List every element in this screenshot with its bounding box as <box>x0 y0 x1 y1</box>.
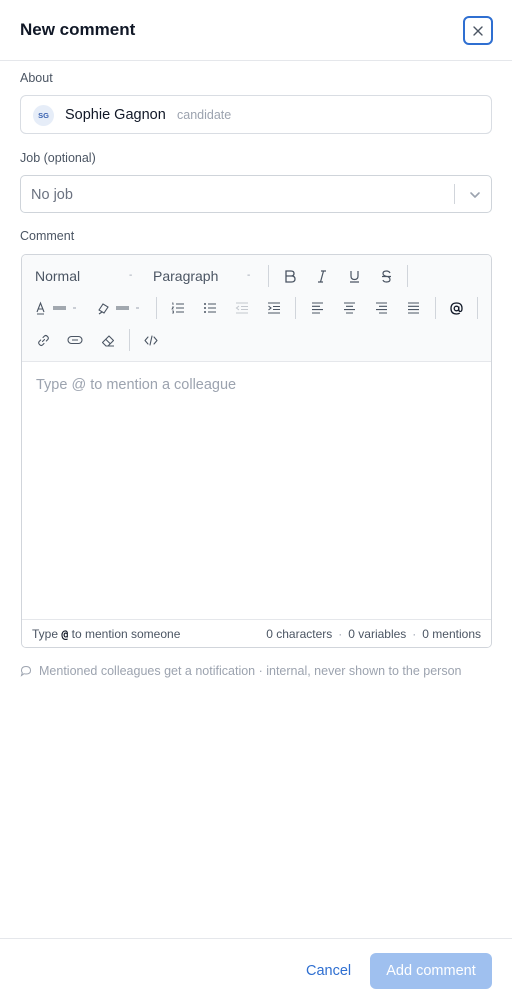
code-button[interactable] <box>142 329 160 351</box>
comment-editor: Normal - Paragraph - Type @ to mention a… <box>21 254 492 648</box>
highlight-button[interactable] <box>97 297 143 319</box>
align-right-button[interactable] <box>372 297 390 319</box>
ordered-list-button[interactable] <box>169 297 187 319</box>
count-separator: · <box>412 627 417 641</box>
align-left-button[interactable] <box>308 297 326 319</box>
font-size-select[interactable]: Normal <box>35 268 80 284</box>
dialog-title: New comment <box>20 20 136 39</box>
toolbar-divider <box>407 265 408 287</box>
outdent-button[interactable] <box>233 297 251 319</box>
toolbar-divider <box>295 297 296 319</box>
underline-button[interactable] <box>345 265 363 287</box>
avatar: SG <box>33 105 54 126</box>
speech-bubble-icon <box>20 665 32 677</box>
toolbar-divider <box>156 297 157 319</box>
italic-icon <box>318 269 326 283</box>
italic-button[interactable] <box>313 265 331 287</box>
toolbar-divider <box>435 297 436 319</box>
job-select[interactable]: No job <box>20 175 492 213</box>
clear-format-button[interactable] <box>99 329 117 351</box>
align-justify-icon <box>407 302 419 314</box>
code-icon <box>144 334 158 346</box>
block-type-caret-icon: - <box>247 270 251 281</box>
about-role: candidate <box>177 108 232 122</box>
cancel-button[interactable]: Cancel <box>306 963 351 979</box>
underline-icon <box>349 270 359 283</box>
mention-button[interactable] <box>447 297 465 319</box>
eraser-icon <box>101 334 115 347</box>
count-separator: · <box>338 627 343 641</box>
font-size-caret-icon: - <box>129 270 133 281</box>
close-button[interactable] <box>463 16 493 45</box>
character-count: 0 characters <box>266 627 333 641</box>
mention-hint-key: @ <box>61 627 69 641</box>
comment-input[interactable]: Type @ to mention a colleague <box>36 377 236 393</box>
job-select-divider <box>454 184 455 204</box>
block-type-select[interactable]: Paragraph <box>153 268 218 284</box>
close-icon <box>473 25 483 36</box>
link-icon <box>37 334 49 346</box>
unlink-icon <box>67 335 83 345</box>
dialog-footer: Cancel Add comment <box>0 938 512 1000</box>
indent-button[interactable] <box>265 297 283 319</box>
notification-notice-text: Mentioned colleagues get a notification … <box>39 664 462 678</box>
notification-notice: Mentioned colleagues get a notification … <box>20 664 462 678</box>
editor-statusbar: Type @ to mention someone 0 characters ·… <box>22 619 491 647</box>
editor-counts: 0 characters · 0 variables · 0 mentions <box>266 627 481 641</box>
bold-icon <box>285 269 296 283</box>
toolbar-divider <box>129 329 130 351</box>
link-button[interactable] <box>34 329 52 351</box>
strikethrough-button[interactable] <box>377 265 395 287</box>
unlink-button[interactable] <box>66 329 84 351</box>
strikethrough-icon <box>381 269 391 283</box>
indent-icon <box>268 302 280 314</box>
mention-hint: Type @ to mention someone <box>32 627 180 641</box>
chevron-down-icon <box>470 192 480 198</box>
highlight-icon <box>98 303 139 315</box>
text-color-button[interactable] <box>35 297 81 319</box>
mention-hint-prefix: Type <box>32 627 59 641</box>
ordered-list-icon <box>171 302 184 314</box>
comment-label: Comment <box>20 229 75 243</box>
align-right-icon <box>375 302 387 314</box>
add-comment-button[interactable]: Add comment <box>370 953 492 989</box>
text-color-icon <box>36 301 76 315</box>
mention-hint-suffix: to mention someone <box>71 627 181 641</box>
bullet-list-button[interactable] <box>201 297 219 319</box>
align-justify-button[interactable] <box>404 297 422 319</box>
job-label: Job (optional) <box>20 151 96 165</box>
align-left-icon <box>311 302 323 314</box>
toolbar-divider <box>477 297 478 319</box>
variable-count: 0 variables <box>348 627 407 641</box>
mention-count: 0 mentions <box>422 627 481 641</box>
dialog-header: New comment <box>0 0 512 61</box>
about-label: About <box>20 71 53 85</box>
toolbar-divider <box>268 265 269 287</box>
bold-button[interactable] <box>281 265 299 287</box>
about-name: Sophie Gagnon <box>65 107 166 123</box>
align-center-button[interactable] <box>340 297 358 319</box>
bullet-list-icon <box>204 303 216 313</box>
outdent-icon <box>235 302 248 314</box>
align-center-icon <box>343 302 355 314</box>
about-field: SG Sophie Gagnon candidate <box>20 95 492 134</box>
job-select-value: No job <box>31 187 73 203</box>
at-icon <box>449 301 463 315</box>
editor-toolbar: Normal - Paragraph - <box>22 255 491 362</box>
